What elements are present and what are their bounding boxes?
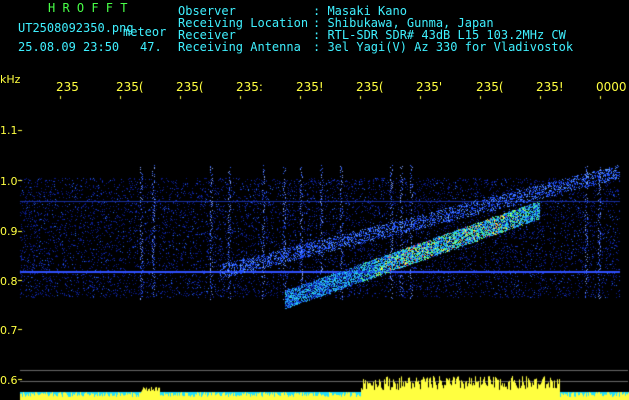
x-tick-label: 235(	[116, 80, 144, 94]
y-tick-label: 1.1	[0, 124, 18, 137]
x-tick-label: 235:	[236, 80, 263, 94]
file-name: UT2508092350.png	[18, 21, 134, 35]
x-tick-label: 235	[56, 80, 79, 94]
x-tick-label: 235(	[356, 80, 384, 94]
spectrogram-canvas	[0, 0, 629, 400]
y-tick-label: 0.8	[0, 275, 18, 288]
x-tick-label: 235'	[416, 80, 443, 94]
x-tick-label: 235!	[296, 80, 324, 94]
y-axis-unit: kHz	[0, 73, 21, 86]
y-tick-label: 0.7	[0, 324, 18, 337]
x-tick-label: 0000	[596, 80, 627, 94]
x-tick-label: 235!	[536, 80, 564, 94]
info-value-antenna: : 3el Yagi(V) Az 330 for Vladivostok	[313, 40, 574, 54]
event-count: 47.	[140, 40, 162, 54]
x-tick-label: 235(	[176, 80, 204, 94]
event-label: meteor	[123, 25, 167, 39]
x-tick-label: 235(	[476, 80, 504, 94]
y-tick-label: 0.9	[0, 225, 18, 238]
y-tick-label: 0.6	[0, 374, 18, 387]
y-tick-label: 1.0	[0, 175, 18, 188]
info-label-antenna: Receiving Antenna	[178, 40, 301, 54]
timestamp: 25.08.09 23:50	[18, 40, 120, 54]
app-title: H R O F F T	[48, 1, 128, 15]
